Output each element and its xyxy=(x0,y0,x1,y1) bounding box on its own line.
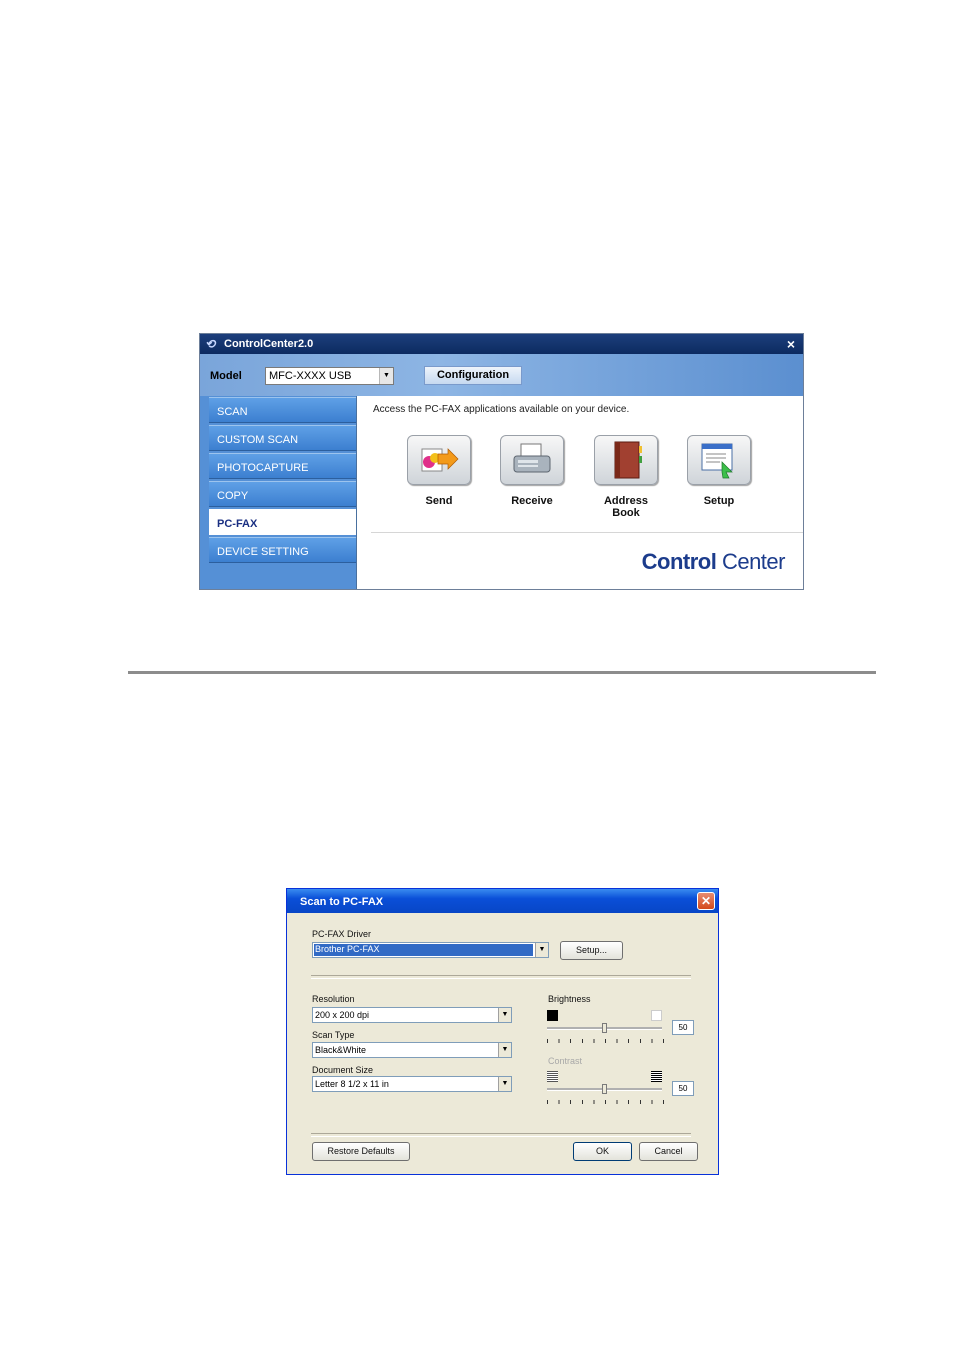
chevron-down-icon[interactable]: ▼ xyxy=(498,1043,511,1057)
brightness-ticks xyxy=(547,1039,664,1043)
cc-model-bar: Model MFC-XXXX USB ▼ Configuration xyxy=(200,354,803,397)
document-size-label: Document Size xyxy=(312,1065,374,1075)
contrast-label: Contrast xyxy=(548,1056,583,1066)
chevron-down-icon[interactable]: ▼ xyxy=(535,943,548,957)
resolution-label: Resolution xyxy=(312,994,355,1004)
controlcenter-logo-icon: ⟲ xyxy=(205,337,216,351)
section-divider xyxy=(311,975,691,979)
footer-divider xyxy=(311,1133,691,1137)
send-label: Send xyxy=(425,495,453,507)
scan-type-select[interactable]: Black&White ▼ xyxy=(312,1042,512,1058)
chevron-down-icon[interactable]: ▼ xyxy=(498,1077,511,1091)
pc-fax-driver-label: PC-FAX Driver xyxy=(312,929,372,939)
controlcenter-brand-logo: Control Center xyxy=(641,549,786,574)
cc-title-bar: ⟲ ControlCenter2.0 × xyxy=(200,334,803,354)
receive-label: Receive xyxy=(511,495,553,507)
page-divider xyxy=(128,671,876,674)
send-icon xyxy=(407,435,471,485)
close-icon[interactable]: ✕ xyxy=(697,892,715,910)
sidebar-item-custom-scan[interactable]: CUSTOM SCAN xyxy=(209,425,356,451)
light-swatch-icon xyxy=(651,1010,662,1021)
brightness-value[interactable]: 50 xyxy=(672,1020,694,1035)
document-size-select[interactable]: Letter 8 1/2 x 11 in ▼ xyxy=(312,1076,512,1092)
contrast-ticks xyxy=(547,1100,664,1104)
driver-setup-button[interactable]: Setup... xyxy=(560,941,623,960)
setup-icon xyxy=(687,435,751,485)
sidebar-item-device-setting[interactable]: DEVICE SETTING xyxy=(209,537,356,563)
contrast-value[interactable]: 50 xyxy=(672,1081,694,1096)
pc-fax-driver-value: Brother PC-FAX xyxy=(314,944,533,956)
panel-message: Access the PC-FAX applications available… xyxy=(373,404,630,415)
pc-fax-driver-select[interactable]: Brother PC-FAX ▼ xyxy=(312,942,549,958)
send-button[interactable]: Send xyxy=(404,435,474,507)
address-book-label: Address Book xyxy=(603,495,649,519)
dialog-title-bar: Scan to PC-FAX ✕ xyxy=(287,889,718,913)
close-icon[interactable]: × xyxy=(787,336,795,352)
controlcenter-window: ⟲ ControlCenter2.0 × Model MFC-XXXX USB … xyxy=(199,333,804,590)
document-size-value: Letter 8 1/2 x 11 in xyxy=(315,1079,389,1089)
model-label: Model xyxy=(210,370,242,382)
configuration-button[interactable]: Configuration xyxy=(424,366,522,385)
brightness-slider-thumb[interactable] xyxy=(602,1023,607,1033)
receive-fax-icon xyxy=(500,435,564,485)
sidebar-item-photocapture[interactable]: PHOTOCAPTURE xyxy=(209,453,356,479)
model-select[interactable]: MFC-XXXX USB ▼ xyxy=(265,367,394,385)
resolution-value: 200 x 200 dpi xyxy=(315,1010,370,1020)
high-contrast-icon xyxy=(651,1071,662,1082)
cc-sidebar: SCAN CUSTOM SCAN PHOTOCAPTURE COPY PC-FA… xyxy=(200,396,357,589)
cc-main-panel: Access the PC-FAX applications available… xyxy=(357,396,803,589)
cc-window-title: ControlCenter2.0 xyxy=(224,338,314,350)
scan-type-label: Scan Type xyxy=(312,1030,355,1040)
scan-to-pc-fax-dialog: Scan to PC-FAX ✕ PC-FAX Driver Brother P… xyxy=(286,888,719,1175)
dialog-title: Scan to PC-FAX xyxy=(300,896,384,908)
address-book-button[interactable]: Address Book xyxy=(591,435,661,519)
receive-button[interactable]: Receive xyxy=(497,435,567,507)
low-contrast-icon xyxy=(547,1071,558,1082)
panel-divider xyxy=(371,532,803,533)
resolution-select[interactable]: 200 x 200 dpi ▼ xyxy=(312,1007,512,1023)
cancel-button[interactable]: Cancel xyxy=(639,1142,698,1161)
contrast-slider-thumb[interactable] xyxy=(602,1084,607,1094)
chevron-down-icon[interactable]: ▼ xyxy=(379,368,393,384)
sidebar-item-copy[interactable]: COPY xyxy=(209,481,356,507)
address-book-icon xyxy=(594,435,658,485)
restore-defaults-button[interactable]: Restore Defaults xyxy=(312,1142,410,1161)
setup-label: Setup xyxy=(703,495,735,507)
brightness-label: Brightness xyxy=(548,994,591,1004)
ok-button[interactable]: OK xyxy=(573,1142,632,1161)
scan-type-value: Black&White xyxy=(315,1045,367,1055)
chevron-down-icon[interactable]: ▼ xyxy=(498,1008,511,1022)
sidebar-item-scan[interactable]: SCAN xyxy=(209,397,356,423)
dark-swatch-icon xyxy=(547,1010,558,1021)
setup-button[interactable]: Setup xyxy=(684,435,754,507)
sidebar-item-pc-fax[interactable]: PC-FAX xyxy=(209,509,356,535)
model-value: MFC-XXXX USB xyxy=(269,370,352,382)
